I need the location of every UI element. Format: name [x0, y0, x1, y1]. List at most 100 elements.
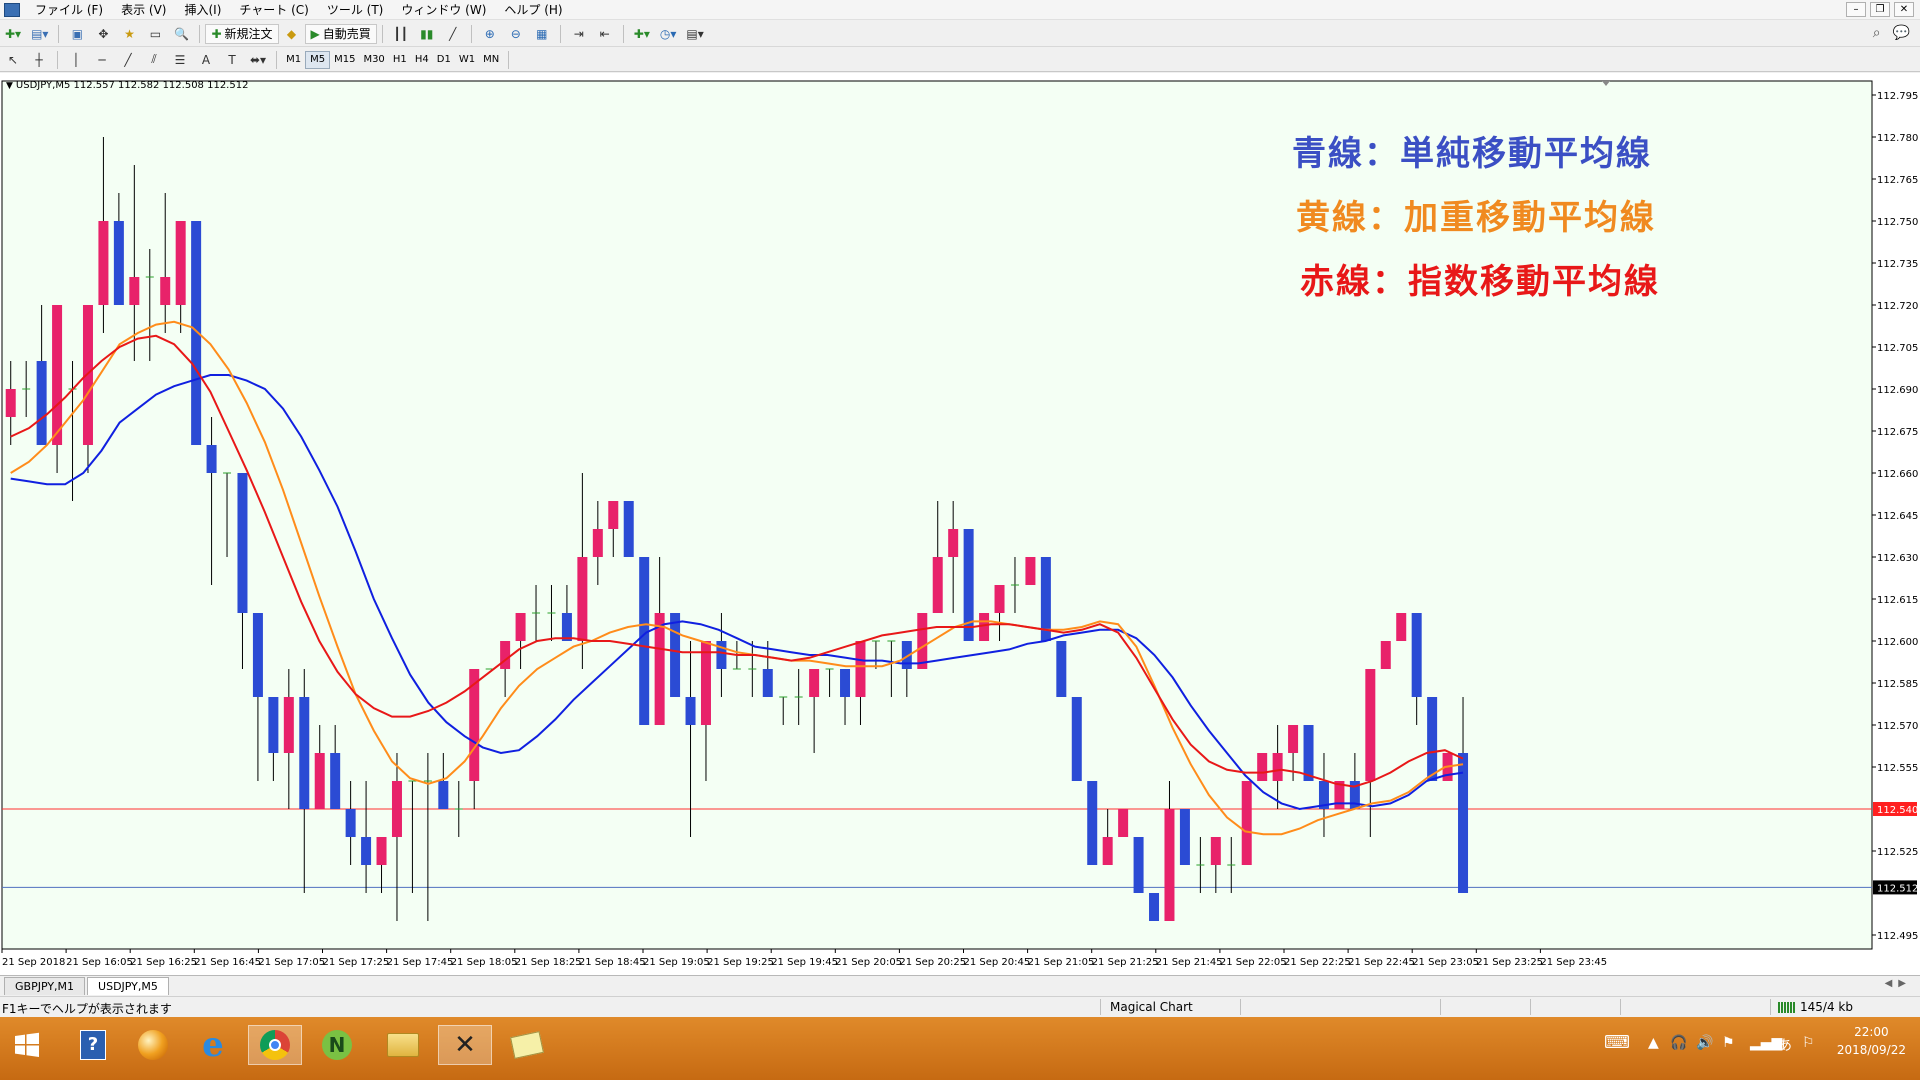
menu-chart[interactable]: チャート (C) — [230, 0, 317, 20]
text-icon[interactable]: A — [195, 50, 217, 70]
candlestick-icon[interactable]: ▮▮ — [416, 24, 438, 44]
cursor-icon[interactable]: ↖ — [2, 50, 24, 70]
action-center-icon[interactable]: ⚐ — [1802, 1035, 1815, 1051]
timeframe-h4[interactable]: H4 — [411, 51, 433, 69]
price-label: 112.525 — [1877, 847, 1918, 858]
indicators-icon[interactable]: ✚▾ — [631, 24, 653, 44]
close-icon[interactable]: ✕ — [1894, 2, 1914, 17]
tab-usdjpy-m5[interactable]: USDJPY,M5 — [87, 977, 169, 995]
candle-body — [82, 305, 93, 445]
taskbar-chrome[interactable] — [248, 1025, 302, 1065]
profiles-icon[interactable]: ▤▾ — [28, 24, 51, 44]
time-label: 21 Sep 22:25 — [1284, 957, 1351, 968]
bid-price-label: 112.512 — [1877, 883, 1918, 894]
search-icon[interactable]: ⌕ — [1873, 25, 1881, 41]
price-label: 112.570 — [1877, 721, 1918, 732]
candle-body — [252, 613, 263, 697]
chart-window[interactable]: 112.795 112.780 112.765 112.750 112.735 112.7… — [0, 73, 1920, 975]
periods-icon[interactable]: ◷▾ — [657, 24, 680, 44]
taskbar-explorer[interactable] — [376, 1025, 430, 1065]
tab-scroll-arrows[interactable]: ◀▶ — [1885, 978, 1912, 989]
candle-body — [1118, 809, 1129, 837]
taskbar-app-green[interactable]: N — [310, 1025, 364, 1065]
zoom-in-icon[interactable]: ⊕ — [479, 24, 501, 44]
timeframe-m1[interactable]: M1 — [282, 51, 305, 69]
connection-traffic: 145/4 kb — [1800, 1000, 1853, 1014]
data-window-icon[interactable]: ✥ — [92, 24, 114, 44]
price-label: 112.735 — [1877, 259, 1918, 270]
timeframe-w1[interactable]: W1 — [455, 51, 479, 69]
taskbar-ie[interactable]: e — [186, 1025, 240, 1065]
timeframe-mn[interactable]: MN — [479, 51, 503, 69]
candle-body — [1411, 613, 1422, 697]
taskbar-clock[interactable]: 22:00 2018/09/22 — [1837, 1023, 1906, 1059]
market-watch-icon[interactable]: ▣ — [66, 24, 88, 44]
menu-file[interactable]: ファイル (F) — [26, 0, 112, 20]
candle-body — [52, 305, 63, 445]
candle-body — [1071, 697, 1082, 781]
candle-body — [36, 361, 47, 445]
headset-icon[interactable]: 🎧 — [1670, 1035, 1687, 1051]
terminal-icon[interactable]: ▭ — [144, 24, 166, 44]
timeframe-h1[interactable]: H1 — [389, 51, 411, 69]
keyboard-icon[interactable]: ⌨ — [1604, 1032, 1630, 1053]
menu-view[interactable]: 表示 (V) — [112, 0, 175, 20]
menu-insert[interactable]: 挿入(I) — [175, 0, 230, 20]
time-label: 21 Sep 17:45 — [387, 957, 454, 968]
restore-icon[interactable]: ❐ — [1870, 2, 1890, 17]
timeframe-m30[interactable]: M30 — [359, 51, 388, 69]
line-studies-toolbar: ↖ ┼ │ ─ ╱ ⫽ ☰ A T ⬌▾ M1 M5 M15 M30 H1 H4… — [0, 48, 1920, 72]
symbol-info: ▼ USDJPY,M5 112.557 112.582 112.508 112.5… — [6, 80, 248, 91]
timeframe-m15[interactable]: M15 — [330, 51, 359, 69]
horizontal-line-icon[interactable]: ─ — [91, 50, 113, 70]
toolbar-divider — [58, 24, 60, 43]
timeframe-m5[interactable]: M5 — [305, 50, 331, 69]
toolbar-divider — [622, 24, 624, 43]
menu-window[interactable]: ウィンドウ (W) — [392, 0, 495, 20]
flag-icon[interactable]: ⚑ — [1722, 1035, 1735, 1051]
trendline-icon[interactable]: ╱ — [117, 50, 139, 70]
time-label: 21 Sep 16:05 — [66, 957, 133, 968]
red-line-price-label: 112.540 — [1877, 805, 1918, 816]
arrows-icon[interactable]: ⬌▾ — [247, 50, 269, 70]
ime-icon[interactable]: あ — [1778, 1035, 1792, 1055]
time-label: 21 Sep 21:45 — [1156, 957, 1223, 968]
new-order-button[interactable]: ✚ 新規注文 — [205, 23, 279, 44]
taskbar-help[interactable]: ? — [66, 1025, 120, 1065]
fibonacci-icon[interactable]: ☰ — [169, 50, 191, 70]
tile-windows-icon[interactable]: ▦ — [531, 24, 553, 44]
volume-icon[interactable]: 🔊 — [1696, 1035, 1713, 1051]
minimize-icon[interactable]: – — [1846, 2, 1866, 17]
start-button[interactable] — [0, 1025, 54, 1065]
tab-gbpjpy-m1[interactable]: GBPJPY,M1 — [4, 977, 86, 995]
auto-trading-button[interactable]: ▶ 自動売買 — [304, 23, 377, 44]
candle-body — [391, 781, 402, 837]
metaeditor-icon[interactable]: ◆ — [281, 24, 303, 44]
taskbar-mt4[interactable]: ✕ — [438, 1025, 492, 1065]
zoom-out-icon[interactable]: ⊖ — [505, 24, 527, 44]
text-label-icon[interactable]: T — [221, 50, 243, 70]
channel-icon[interactable]: ⫽ — [143, 50, 165, 70]
taskbar-app-orange[interactable] — [126, 1025, 180, 1065]
tray-arrow-icon[interactable]: ▲ — [1648, 1035, 1659, 1051]
vertical-line-icon[interactable]: │ — [65, 50, 87, 70]
autoscroll-icon[interactable]: ⇤ — [594, 24, 616, 44]
templates-icon[interactable]: ▤▾ — [683, 24, 706, 44]
collapse-triangle-icon[interactable]: ▼ — [6, 81, 13, 91]
timeframe-d1[interactable]: D1 — [433, 51, 455, 69]
menu-help[interactable]: ヘルプ (H) — [495, 0, 571, 20]
new-chart-icon[interactable]: ✚▾ — [2, 24, 24, 44]
line-chart-icon[interactable]: ╱ — [442, 24, 464, 44]
crosshair-icon[interactable]: ┼ — [28, 50, 50, 70]
menu-tools[interactable]: ツール (T) — [318, 0, 393, 20]
strategy-tester-icon[interactable]: 🔍 — [170, 24, 192, 44]
connection-status[interactable]: 145/4 kb — [1778, 1000, 1853, 1014]
chart-shift-icon[interactable]: ⇥ — [568, 24, 590, 44]
candle-body — [268, 697, 279, 753]
price-label: 112.750 — [1877, 217, 1918, 228]
taskbar-notes[interactable] — [500, 1025, 554, 1065]
chat-icon[interactable]: 💬 — [1893, 25, 1910, 41]
status-profile[interactable]: Magical Chart — [1110, 1000, 1193, 1014]
navigator-icon[interactable]: ★ — [118, 24, 140, 44]
bar-chart-icon[interactable]: ┃┃ — [390, 24, 412, 44]
